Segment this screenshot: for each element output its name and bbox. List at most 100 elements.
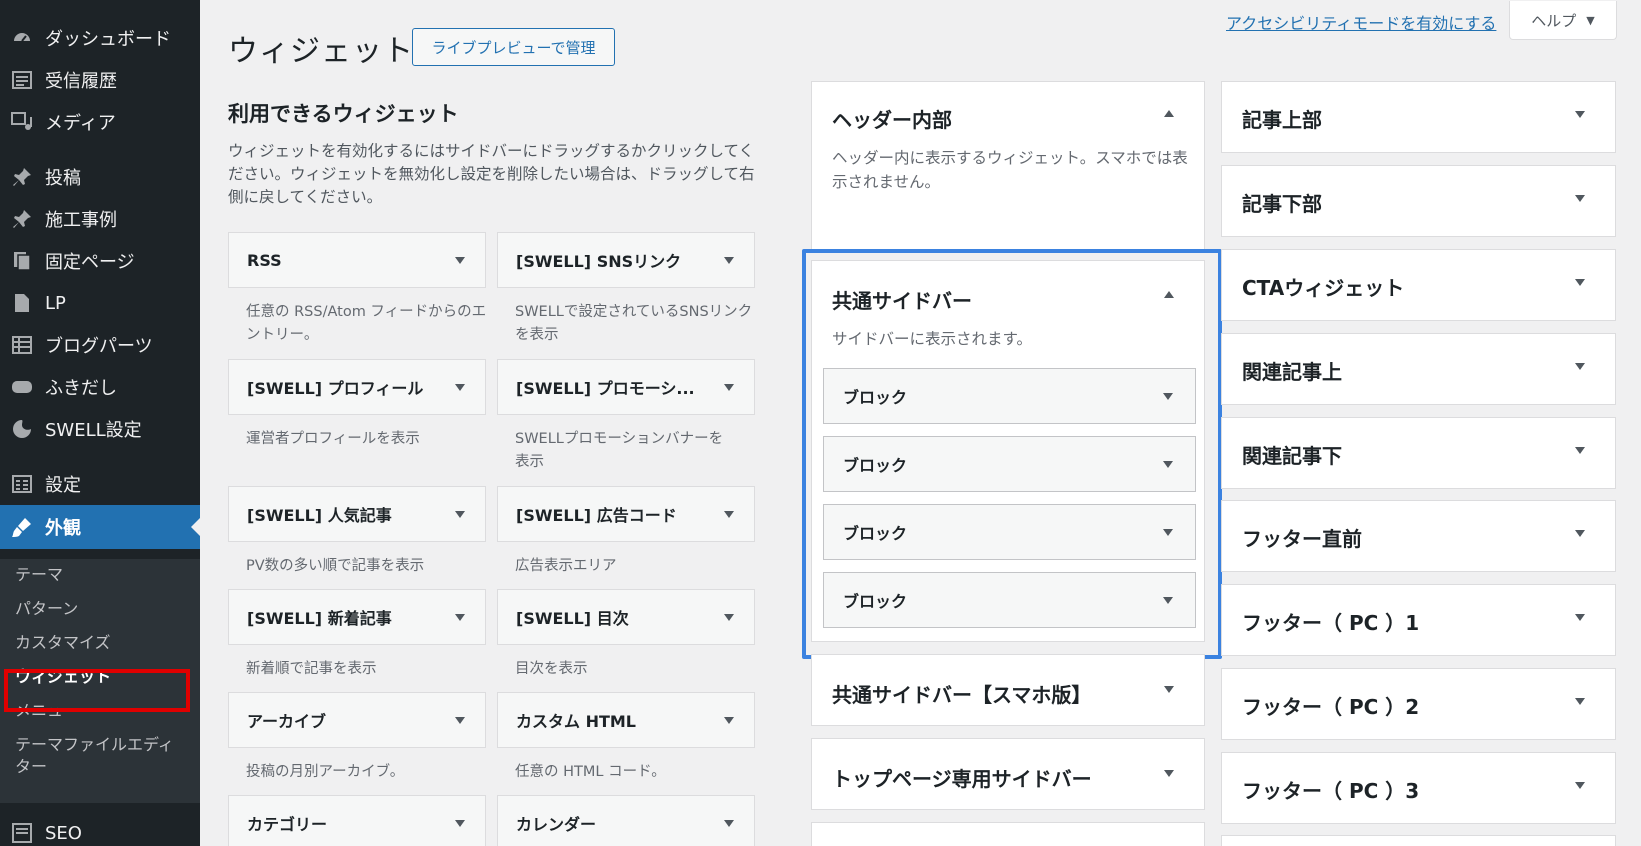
- page-title: ウィジェット: [228, 34, 414, 69]
- menu-label: SWELL設定: [45, 420, 142, 441]
- area-partial: [1221, 835, 1616, 846]
- menu-item-media[interactable]: メディア: [0, 101, 200, 143]
- submenu-item-customize[interactable]: カスタマイズ: [15, 632, 111, 654]
- widget-description: 広告表示エリア: [515, 558, 617, 574]
- menu-label: 受信履歴: [45, 71, 117, 92]
- dashboard-icon: [10, 26, 34, 50]
- available-widgets-description: ウィジェットを有効化するにはサイドバーにドラッグするかクリックしてください。ウィ…: [228, 142, 755, 206]
- area-footer-pc-2[interactable]: フッター（ PC ）2: [1221, 668, 1616, 740]
- widget-description: PV数の多い順で記事を表示: [246, 558, 425, 574]
- area-article-top[interactable]: 記事上部: [1221, 81, 1616, 153]
- menu-item-appearance[interactable]: 外観: [0, 505, 200, 549]
- widget-title: RSS: [247, 250, 282, 270]
- caret-down-icon: [1575, 111, 1585, 118]
- area-title: 記事上部: [1242, 108, 1322, 132]
- accessibility-mode-link[interactable]: アクセシビリティモードを有効にする: [1226, 10, 1496, 34]
- menu-label: メディア: [45, 113, 116, 134]
- widget-title: [SWELL] 広告コード: [516, 506, 677, 525]
- media-icon: [10, 110, 34, 134]
- help-button[interactable]: ヘルプ ▼: [1509, 1, 1617, 40]
- widget-title: カレンダー: [516, 815, 597, 834]
- caret-down-icon: [1575, 279, 1585, 286]
- menu-item-blog-parts[interactable]: ブログパーツ: [0, 324, 200, 366]
- widget-swell-sns-link[interactable]: [SWELL] SNSリンク: [497, 232, 755, 288]
- area-title: 記事下部: [1242, 192, 1322, 216]
- area-related-bottom[interactable]: 関連記事下: [1221, 417, 1616, 489]
- menu-item-lp[interactable]: LP: [0, 282, 200, 324]
- widget-swell-ad-code[interactable]: [SWELL] 広告コード: [497, 486, 755, 542]
- common-sidebar-highlight-box: [802, 249, 1222, 659]
- widget-title: [SWELL] 目次: [516, 609, 629, 628]
- area-before-footer[interactable]: フッター直前: [1221, 500, 1616, 572]
- menu-label: ふきだし: [45, 378, 117, 399]
- admin-sidebar: ダッシュボード 受信履歴 メディア 投稿 施工事例 固定ページ LP ブログパー…: [0, 0, 200, 846]
- area-header-inner[interactable]: ヘッダー内部 ヘッダー内に表示するウィジェット。スマホでは表示されません。: [811, 81, 1205, 251]
- menu-label: 投稿: [45, 168, 81, 189]
- widget-description: SWELLで設定されているSNSリンクを表示: [515, 304, 753, 343]
- menu-label: ブログパーツ: [45, 336, 153, 357]
- caret-down-icon: [1575, 782, 1585, 789]
- widget-archives[interactable]: アーカイブ: [228, 692, 486, 748]
- menu-item-inbox[interactable]: 受信履歴: [0, 59, 200, 101]
- menu-item-swell-settings[interactable]: SWELL設定: [0, 408, 200, 450]
- inbox-icon: [10, 68, 34, 92]
- menu-item-pages[interactable]: 固定ページ: [0, 240, 200, 282]
- widget-title: [SWELL] 人気記事: [247, 506, 392, 525]
- area-related-top[interactable]: 関連記事上: [1221, 333, 1616, 405]
- area-footer-pc-1[interactable]: フッター（ PC ）1: [1221, 584, 1616, 656]
- widget-description: 新着順で記事を表示: [246, 661, 377, 677]
- widget-description: 任意の RSS/Atom フィードからのエントリー。: [246, 304, 487, 343]
- widget-description: 運営者プロフィールを表示: [246, 431, 420, 447]
- widget-title: [SWELL] 新着記事: [247, 609, 392, 628]
- area-title: CTAウィジェット: [1242, 276, 1405, 300]
- area-title: フッター（ PC ）3: [1242, 779, 1420, 803]
- pin-icon: [10, 165, 34, 189]
- caret-down-icon: [1164, 770, 1174, 777]
- menu-item-case-studies[interactable]: 施工事例: [0, 198, 200, 240]
- widget-title: [SWELL] プロフィール: [247, 379, 424, 398]
- area-title: ヘッダー内部: [832, 108, 952, 132]
- paintbrush-icon: [10, 515, 34, 539]
- submenu-item-themes[interactable]: テーマ: [15, 564, 63, 586]
- caret-down-icon: [455, 717, 465, 724]
- widget-description: 任意の HTML コード。: [515, 764, 666, 780]
- area-title: フッター直前: [1242, 527, 1362, 551]
- live-preview-button[interactable]: ライブプレビューで管理: [412, 28, 615, 66]
- widget-swell-popular-posts[interactable]: [SWELL] 人気記事: [228, 486, 486, 542]
- widget-description: 目次を表示: [515, 661, 588, 677]
- area-top-page-sidebar[interactable]: トップページ専用サイドバー: [811, 738, 1205, 810]
- widget-title: アーカイブ: [247, 712, 327, 731]
- menu-label: SEO: [45, 822, 82, 844]
- menu-item-balloon[interactable]: ふきだし: [0, 366, 200, 408]
- area-common-sidebar-sp[interactable]: 共通サイドバー【スマホ版】: [811, 654, 1205, 726]
- submenu-item-patterns[interactable]: パターン: [15, 598, 78, 620]
- area-footer-pc-3[interactable]: フッター（ PC ）3: [1221, 752, 1616, 824]
- widget-swell-promotion[interactable]: [SWELL] プロモーシ...: [497, 359, 755, 415]
- widget-swell-new-posts[interactable]: [SWELL] 新着記事: [228, 589, 486, 645]
- menu-item-posts[interactable]: 投稿: [0, 156, 200, 198]
- menu-item-settings[interactable]: 設定: [0, 463, 200, 505]
- pages-icon: [10, 249, 34, 273]
- widget-rss[interactable]: RSS: [228, 232, 486, 288]
- caret-up-icon[interactable]: [1164, 110, 1174, 117]
- widget-swell-toc[interactable]: [SWELL] 目次: [497, 589, 755, 645]
- menu-label: 施工事例: [45, 210, 117, 231]
- menu-item-seo[interactable]: SEO: [0, 812, 200, 846]
- caret-down-icon: [724, 717, 734, 724]
- widget-calendar[interactable]: カレンダー: [497, 795, 755, 846]
- caret-down-icon: [455, 614, 465, 621]
- caret-down-icon: [1164, 686, 1174, 693]
- area-article-bottom[interactable]: 記事下部: [1221, 165, 1616, 237]
- caret-down-icon: [724, 614, 734, 621]
- area-cta-widget[interactable]: CTAウィジェット: [1221, 249, 1616, 321]
- widget-custom-html[interactable]: カスタム HTML: [497, 692, 755, 748]
- caret-down-icon: [1575, 530, 1585, 537]
- widget-swell-profile[interactable]: [SWELL] プロフィール: [228, 359, 486, 415]
- area-title: 共通サイドバー【スマホ版】: [832, 683, 1092, 707]
- seo-icon: [10, 821, 34, 845]
- widget-categories[interactable]: カテゴリー: [228, 795, 486, 846]
- menu-label: 外観: [45, 518, 81, 539]
- menu-item-dashboard[interactable]: ダッシュボード: [0, 17, 200, 59]
- submenu-item-theme-file-editor[interactable]: テーマファイルエディター: [15, 734, 185, 778]
- caret-down-icon: [1575, 614, 1585, 621]
